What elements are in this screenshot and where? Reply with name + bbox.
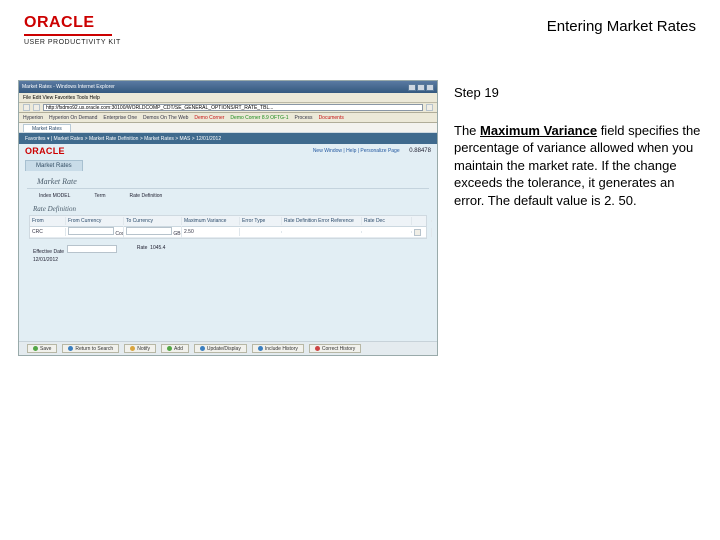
- correct-history-button[interactable]: Correct History: [309, 344, 361, 353]
- browser-tab[interactable]: Market Rates: [23, 124, 71, 132]
- col-to-currency: To Currency: [124, 217, 182, 225]
- panel-title: Market Rate: [37, 177, 437, 186]
- maximize-icon[interactable]: [417, 84, 425, 91]
- step-label: Step 19: [454, 84, 702, 102]
- bold-term: Maximum Variance: [480, 123, 597, 138]
- go-icon[interactable]: [426, 104, 433, 111]
- rate-value: 1045.4: [150, 245, 165, 251]
- close-icon[interactable]: [426, 84, 434, 91]
- instruction-text: The Maximum Variance field specifies the…: [454, 122, 702, 210]
- window-titlebar: Market Rates - Windows Internet Explorer: [19, 81, 437, 93]
- row-action-icon[interactable]: [414, 229, 421, 236]
- table-row: CRC Costa Ri GBP 2.50: [30, 227, 426, 238]
- favorites-toolbar: Hyperion Hyperion On Demand Enterprise O…: [19, 113, 437, 123]
- cell-max-variance: 2.50: [182, 228, 240, 236]
- cell-from: CRC: [30, 228, 66, 236]
- include-history-button[interactable]: Include History: [252, 344, 304, 353]
- cell-rate-dec: [362, 231, 412, 233]
- fav-link[interactable]: Enterprise One: [103, 115, 137, 121]
- fav-link[interactable]: Hyperion On Demand: [49, 115, 97, 121]
- doc-header: ORACLE USER PRODUCTIVITY KIT Entering Ma…: [0, 0, 720, 52]
- col-error-ref: Rate Definition Error Reference: [282, 217, 362, 225]
- from-currency-input[interactable]: [68, 227, 114, 235]
- col-from: From: [30, 217, 66, 225]
- save-button[interactable]: Save: [27, 344, 57, 353]
- rate-table: From From Currency To Currency Maximum V…: [29, 215, 427, 239]
- tab-market-rates[interactable]: Market Rates: [25, 160, 83, 171]
- col-action: [412, 220, 432, 222]
- fav-link[interactable]: Documents: [319, 115, 344, 121]
- instruction-pane: Step 19 The Maximum Variance field speci…: [454, 80, 702, 356]
- field-row: Index MODEL Term Rate Definition: [19, 191, 437, 201]
- footer-buttons: Save Return to Search Notify Add Update/…: [19, 341, 437, 355]
- col-rate-dec: Rate Dec: [362, 217, 412, 225]
- forward-icon[interactable]: [33, 104, 40, 111]
- cell-to-curr: GBP: [124, 226, 182, 238]
- lower-fields: Effective Date Rate 1045.4 12/01/2012: [33, 245, 423, 263]
- app-logo: ORACLE: [25, 146, 65, 156]
- section-title: Rate Definition: [19, 201, 437, 213]
- back-icon[interactable]: [23, 104, 30, 111]
- cell-error-type: [240, 231, 282, 233]
- window-title-text: Market Rates - Windows Internet Explorer: [22, 84, 115, 90]
- col-error-type: Error Type: [240, 217, 282, 225]
- eff-date-label: Effective Date: [33, 249, 64, 255]
- notify-button[interactable]: Notify: [124, 344, 156, 353]
- eff-date-input[interactable]: [67, 245, 117, 253]
- header-value: 0.88478: [409, 148, 431, 154]
- url-field[interactable]: http://fsdmo92.us.oracle.com:30100/WORLD…: [43, 104, 423, 111]
- index-label: Index: [39, 193, 51, 199]
- browser-tabs: Market Rates: [19, 123, 437, 133]
- rate-def-label: Rate Definition: [130, 193, 163, 199]
- app-header: ORACLE New Window | Help | Personalize P…: [19, 144, 437, 158]
- doc-title: Entering Market Rates: [547, 18, 696, 35]
- header-right: New Window | Help | Personalize Page 0.8…: [313, 148, 431, 154]
- notify-icon: [130, 346, 135, 351]
- to-currency-input[interactable]: [126, 227, 172, 235]
- browser-menubar[interactable]: File Edit View Favorites Tools Help: [19, 93, 437, 103]
- fav-link[interactable]: Demo Corner: [194, 115, 224, 121]
- text-before: The: [454, 123, 480, 138]
- breadcrumb: Favorites ▾ | Market Rates > Market Rate…: [19, 133, 437, 144]
- term-label: Term: [94, 193, 105, 199]
- cell-from-curr: Costa Ri: [66, 226, 124, 238]
- app-body: Favorites ▾ | Market Rates > Market Rate…: [19, 133, 437, 355]
- app-screenshot: Market Rates - Windows Internet Explorer…: [18, 80, 438, 356]
- save-icon: [33, 346, 38, 351]
- fav-link[interactable]: Demo Corner 8.9 OFTG-1: [230, 115, 288, 121]
- update-button[interactable]: Update/Display: [194, 344, 247, 353]
- fav-link[interactable]: Process: [295, 115, 313, 121]
- rate-label: Rate: [137, 245, 148, 251]
- divider: [27, 188, 429, 189]
- add-button[interactable]: Add: [161, 344, 189, 353]
- return-icon: [68, 346, 73, 351]
- col-max-variance: Maximum Variance: [182, 217, 240, 225]
- col-from-currency: From Currency: [66, 217, 124, 225]
- upk-subtext: USER PRODUCTIVITY KIT: [24, 39, 121, 46]
- oracle-logo-block: ORACLE USER PRODUCTIVITY KIT: [24, 14, 121, 46]
- oracle-logo: ORACLE: [24, 14, 112, 36]
- fav-link[interactable]: Hyperion: [23, 115, 43, 121]
- add-icon: [167, 346, 172, 351]
- history-icon: [258, 346, 263, 351]
- window-controls: [408, 84, 434, 91]
- correct-icon: [315, 346, 320, 351]
- fav-link[interactable]: Demos On The Web: [143, 115, 188, 121]
- update-icon: [200, 346, 205, 351]
- return-button[interactable]: Return to Search: [62, 344, 119, 353]
- content-row: Market Rates - Windows Internet Explorer…: [0, 52, 720, 356]
- address-bar: http://fsdmo92.us.oracle.com:30100/WORLD…: [19, 103, 437, 113]
- eff-date-value: 12/01/2012: [33, 257, 423, 263]
- header-links[interactable]: New Window | Help | Personalize Page: [313, 148, 400, 154]
- minimize-icon[interactable]: [408, 84, 416, 91]
- cell-error-ref: [282, 231, 362, 233]
- index-value: MODEL: [53, 193, 71, 199]
